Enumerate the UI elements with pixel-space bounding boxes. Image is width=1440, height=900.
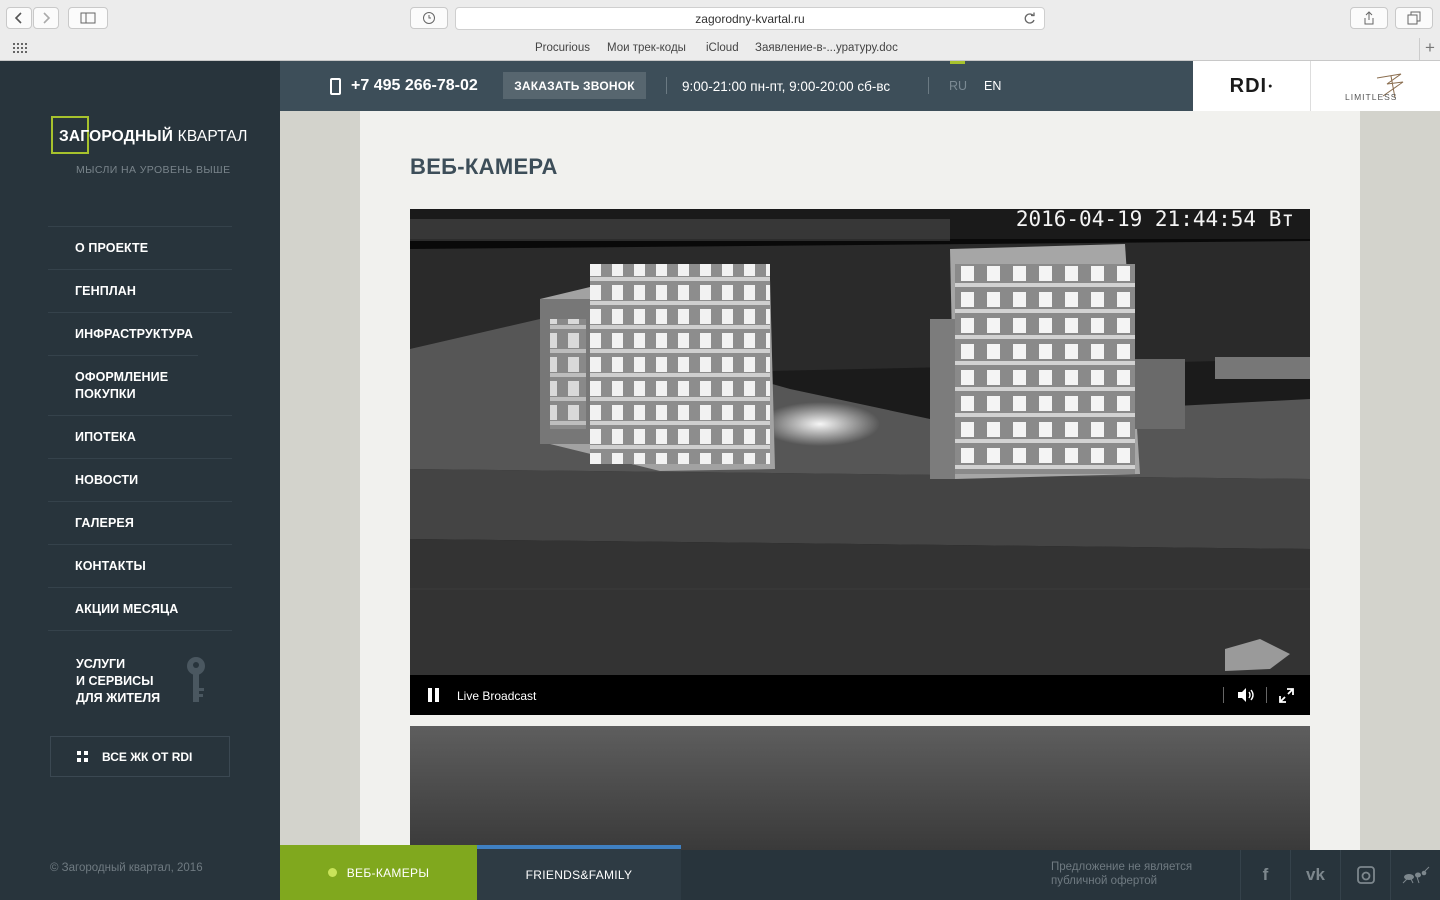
- offer-disclaimer: Предложение не является публичной оферто…: [1051, 860, 1221, 888]
- working-hours: 9:00-21:00 пн-пт, 9:00-20:00 сб-вс: [682, 79, 891, 94]
- ant-glyph: [1402, 866, 1429, 884]
- tabs-icon: [1407, 11, 1421, 25]
- main-content: ВЕБ-КАМЕРА 2016-04-19 21:44:54 Вт Live B…: [360, 111, 1360, 850]
- nav-item-gallery[interactable]: ГАЛЕРЕЯ: [48, 501, 232, 544]
- clock-icon: [423, 12, 435, 24]
- nav-item-news[interactable]: НОВОСТИ: [48, 458, 232, 501]
- nav-item-contacts[interactable]: КОНТАКТЫ: [48, 544, 232, 587]
- key-icon: [187, 657, 205, 702]
- volume-icon[interactable]: [1236, 687, 1256, 703]
- sidebar-toggle-button[interactable]: [68, 7, 108, 29]
- fullscreen-icon[interactable]: [1279, 688, 1294, 703]
- site-logo[interactable]: ЗАГОРОДНЫЙ КВАРТАЛ: [59, 128, 248, 146]
- active-lang-indicator: [950, 61, 965, 64]
- phone-icon: [330, 77, 341, 95]
- services-link[interactable]: УСЛУГИ И СЕРВИСЫ ДЛЯ ЖИТЕЛЯ: [76, 656, 160, 707]
- browser-toolbar: zagorodny-kvartal.ru Procurious Мои трек…: [0, 0, 1440, 61]
- top-bar: +7 495 266-78-02 ЗАКАЗАТЬ ЗВОНОК 9:00-21…: [280, 61, 1193, 111]
- divider: [928, 77, 929, 94]
- lang-en[interactable]: EN: [984, 79, 1001, 93]
- all-projects-label: ВСЕ ЖК ОТ RDI: [102, 749, 193, 764]
- active-dot-icon: [327, 868, 337, 877]
- pause-button[interactable]: [428, 688, 440, 702]
- logo-bold-text: ЗАГОРОДНЫЙ: [59, 128, 174, 145]
- divider: [666, 77, 667, 94]
- nav-item-mortgage[interactable]: ИПОТЕКА: [48, 415, 232, 458]
- nav-item-genplan[interactable]: ГЕНПЛАН: [48, 269, 232, 312]
- chevron-left-icon: [14, 12, 22, 24]
- history-button[interactable]: [410, 7, 448, 29]
- tabs-button[interactable]: [1395, 7, 1433, 29]
- bookmark-item[interactable]: Procurious: [535, 42, 590, 54]
- tab-webcams-label: ВЕБ-КАМЕРЫ: [346, 865, 430, 880]
- url-text: zagorodny-kvartal.ru: [695, 11, 805, 26]
- page-title: ВЕБ-КАМЕРА: [410, 154, 558, 179]
- nav-item-infrastructure[interactable]: ИНФРАСТРУКТУРА: [48, 312, 232, 355]
- facebook-icon[interactable]: f: [1240, 850, 1290, 900]
- nav-item-about[interactable]: О ПРОЕКТЕ: [48, 226, 232, 269]
- sidebar: ЗАГОРОДНЫЙ КВАРТАЛ МЫСЛИ НА УРОВЕНЬ ВЫШЕ…: [0, 61, 280, 850]
- instagram-glyph: [1356, 866, 1375, 884]
- bookmark-item[interactable]: iCloud: [706, 42, 739, 54]
- main-nav: О ПРОЕКТЕ ГЕНПЛАН ИНФРАСТРУКТУРА ОФОРМЛЕ…: [48, 226, 232, 631]
- limitless-logo[interactable]: LIMITLESS: [1310, 61, 1440, 111]
- tab-webcams[interactable]: ВЕБ-КАМЕРЫ: [280, 845, 477, 900]
- forward-button[interactable]: [33, 7, 59, 29]
- webcam-image: [410, 209, 1310, 675]
- player-controls: Live Broadcast: [410, 675, 1310, 715]
- bookmark-item[interactable]: Мои трек-коды: [607, 42, 686, 54]
- webcam-timestamp: 2016-04-19 21:44:54 Вт: [1015, 209, 1294, 231]
- divider: [1223, 687, 1224, 703]
- grid-icon[interactable]: [13, 43, 31, 55]
- offer-line: публичной офертой: [1051, 875, 1158, 887]
- all-projects-button[interactable]: ВСЕ ЖК ОТ RDI: [50, 736, 230, 777]
- nav-item-promotions[interactable]: АКЦИИ МЕСЯЦА: [48, 587, 232, 631]
- webcam-player[interactable]: 2016-04-19 21:44:54 Вт Live Broadcast: [410, 209, 1310, 715]
- footer: © Загородный квартал, 2016 ВЕБ-КАМЕРЫ FR…: [0, 845, 1440, 900]
- chevron-right-icon: [43, 12, 51, 24]
- offer-line: Предложение не является: [1051, 861, 1193, 873]
- bookmark-item[interactable]: Заявление-в-...уратуру.doc: [755, 42, 898, 54]
- sidebar-icon: [80, 12, 96, 24]
- copyright: © Загородный квартал, 2016: [50, 862, 203, 874]
- address-bar[interactable]: zagorodny-kvartal.ru: [455, 7, 1045, 30]
- services-line: УСЛУГИ: [76, 657, 126, 671]
- logo-light-text: КВАРТАЛ: [177, 128, 248, 145]
- new-tab-button[interactable]: +: [1419, 38, 1440, 60]
- divider: [1266, 687, 1267, 703]
- live-status: Live Broadcast: [457, 689, 537, 703]
- back-button[interactable]: [6, 7, 32, 29]
- rdi-logo-text: RDI: [1229, 74, 1268, 97]
- share-icon: [1364, 11, 1374, 25]
- order-call-button[interactable]: ЗАКАЗАТЬ ЗВОНОК: [503, 72, 646, 99]
- phone-text: +7 495 266-78-02: [351, 77, 478, 94]
- nav-item-purchase[interactable]: ОФОРМЛЕНИЕ ПОКУПКИ: [48, 355, 198, 415]
- instagram-icon[interactable]: [1340, 850, 1390, 900]
- grid-dots-icon: [77, 751, 88, 762]
- phone-number[interactable]: +7 495 266-78-02: [330, 77, 478, 95]
- tagline: МЫСЛИ НА УРОВЕНЬ ВЫШЕ: [76, 164, 231, 176]
- webcam-player-2[interactable]: [410, 726, 1310, 850]
- rdi-logo[interactable]: RDI ●: [1193, 61, 1310, 111]
- tab-friends-family[interactable]: FRIENDS&FAMILY: [477, 845, 681, 900]
- services-line: И СЕРВИСЫ: [76, 674, 154, 688]
- limitless-text: LIMITLESS: [1345, 92, 1398, 102]
- lang-ru[interactable]: RU: [949, 79, 967, 93]
- services-line: ДЛЯ ЖИТЕЛЯ: [76, 691, 161, 705]
- share-button[interactable]: [1350, 7, 1388, 29]
- ant-logo-icon[interactable]: [1390, 850, 1440, 900]
- vk-icon[interactable]: vk: [1290, 850, 1340, 900]
- reload-icon[interactable]: [1023, 12, 1036, 25]
